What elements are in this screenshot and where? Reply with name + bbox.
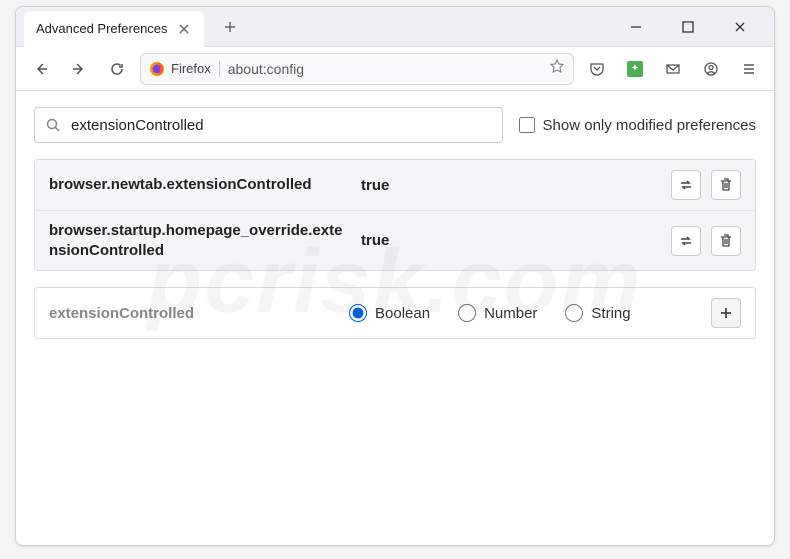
pref-value: true [361,232,659,249]
close-window-button[interactable] [718,11,762,43]
string-radio[interactable] [565,304,583,322]
extension-icon: ✦ [627,61,643,77]
bookmark-button[interactable] [549,58,565,79]
search-row: Show only modified preferences [34,107,756,143]
extension-button[interactable]: ✦ [620,54,650,84]
preference-row[interactable]: browser.newtab.extensionControlled true [35,160,755,211]
firefox-icon [149,61,165,77]
show-modified-toggle[interactable]: Show only modified preferences [519,117,756,134]
account-button[interactable] [696,54,726,84]
pocket-icon [589,61,605,77]
pref-actions [671,170,741,200]
plus-icon [222,19,238,35]
toggle-icon [678,177,694,193]
forward-button[interactable] [64,54,94,84]
maximize-button[interactable] [666,11,710,43]
boolean-label: Boolean [375,305,430,322]
toggle-button[interactable] [671,226,701,256]
identity-label: Firefox [171,61,211,76]
hamburger-icon [741,61,757,77]
type-boolean[interactable]: Boolean [349,304,430,322]
preference-list: browser.newtab.extensionControlled true … [34,159,756,271]
string-label: String [591,305,630,322]
add-preference-button[interactable] [711,298,741,328]
search-icon [45,117,61,133]
search-box[interactable] [34,107,503,143]
reload-button[interactable] [102,54,132,84]
identity-box[interactable]: Firefox [149,61,220,77]
about-config-content: Show only modified preferences browser.n… [16,91,774,355]
window-controls [614,11,774,43]
pocket-button[interactable] [582,54,612,84]
inbox-button[interactable] [658,54,688,84]
maximize-icon [680,19,696,35]
arrow-left-icon [33,61,49,77]
pref-value: true [361,177,659,194]
close-icon [732,19,748,35]
plus-icon [718,305,734,321]
star-icon [549,58,565,74]
new-tab-button[interactable] [216,13,244,41]
pref-actions [671,226,741,256]
inbox-icon [665,61,681,77]
close-tab-button[interactable] [176,21,192,37]
show-modified-label: Show only modified preferences [543,117,756,134]
minimize-button[interactable] [614,11,658,43]
toggle-button[interactable] [671,170,701,200]
trash-icon [718,177,734,193]
trash-icon [718,233,734,249]
preference-row[interactable]: browser.startup.homepage_override.extens… [35,211,755,270]
account-icon [703,61,719,77]
navigation-toolbar: Firefox about:config ✦ [16,47,774,91]
minimize-icon [628,19,644,35]
delete-button[interactable] [711,226,741,256]
number-radio[interactable] [458,304,476,322]
type-number[interactable]: Number [458,304,537,322]
reload-icon [109,61,125,77]
tab-title: Advanced Preferences [36,21,168,36]
close-icon [176,21,192,37]
browser-window: Advanced Preferences [15,6,775,546]
new-preference-row: extensionControlled Boolean Number Strin… [34,287,756,339]
boolean-radio[interactable] [349,304,367,322]
type-string[interactable]: String [565,304,630,322]
delete-button[interactable] [711,170,741,200]
url-bar[interactable]: Firefox about:config [140,53,574,85]
new-pref-name: extensionControlled [49,305,329,322]
search-input[interactable] [71,117,492,134]
number-label: Number [484,305,537,322]
type-radio-group: Boolean Number String [349,304,691,322]
url-text: about:config [228,61,541,77]
pref-name: browser.startup.homepage_override.extens… [49,221,349,260]
arrow-right-icon [71,61,87,77]
pref-name: browser.newtab.extensionControlled [49,175,349,195]
browser-tab[interactable]: Advanced Preferences [24,11,204,47]
toggle-icon [678,233,694,249]
back-button[interactable] [26,54,56,84]
show-modified-checkbox[interactable] [519,117,535,133]
menu-button[interactable] [734,54,764,84]
titlebar: Advanced Preferences [16,7,774,47]
